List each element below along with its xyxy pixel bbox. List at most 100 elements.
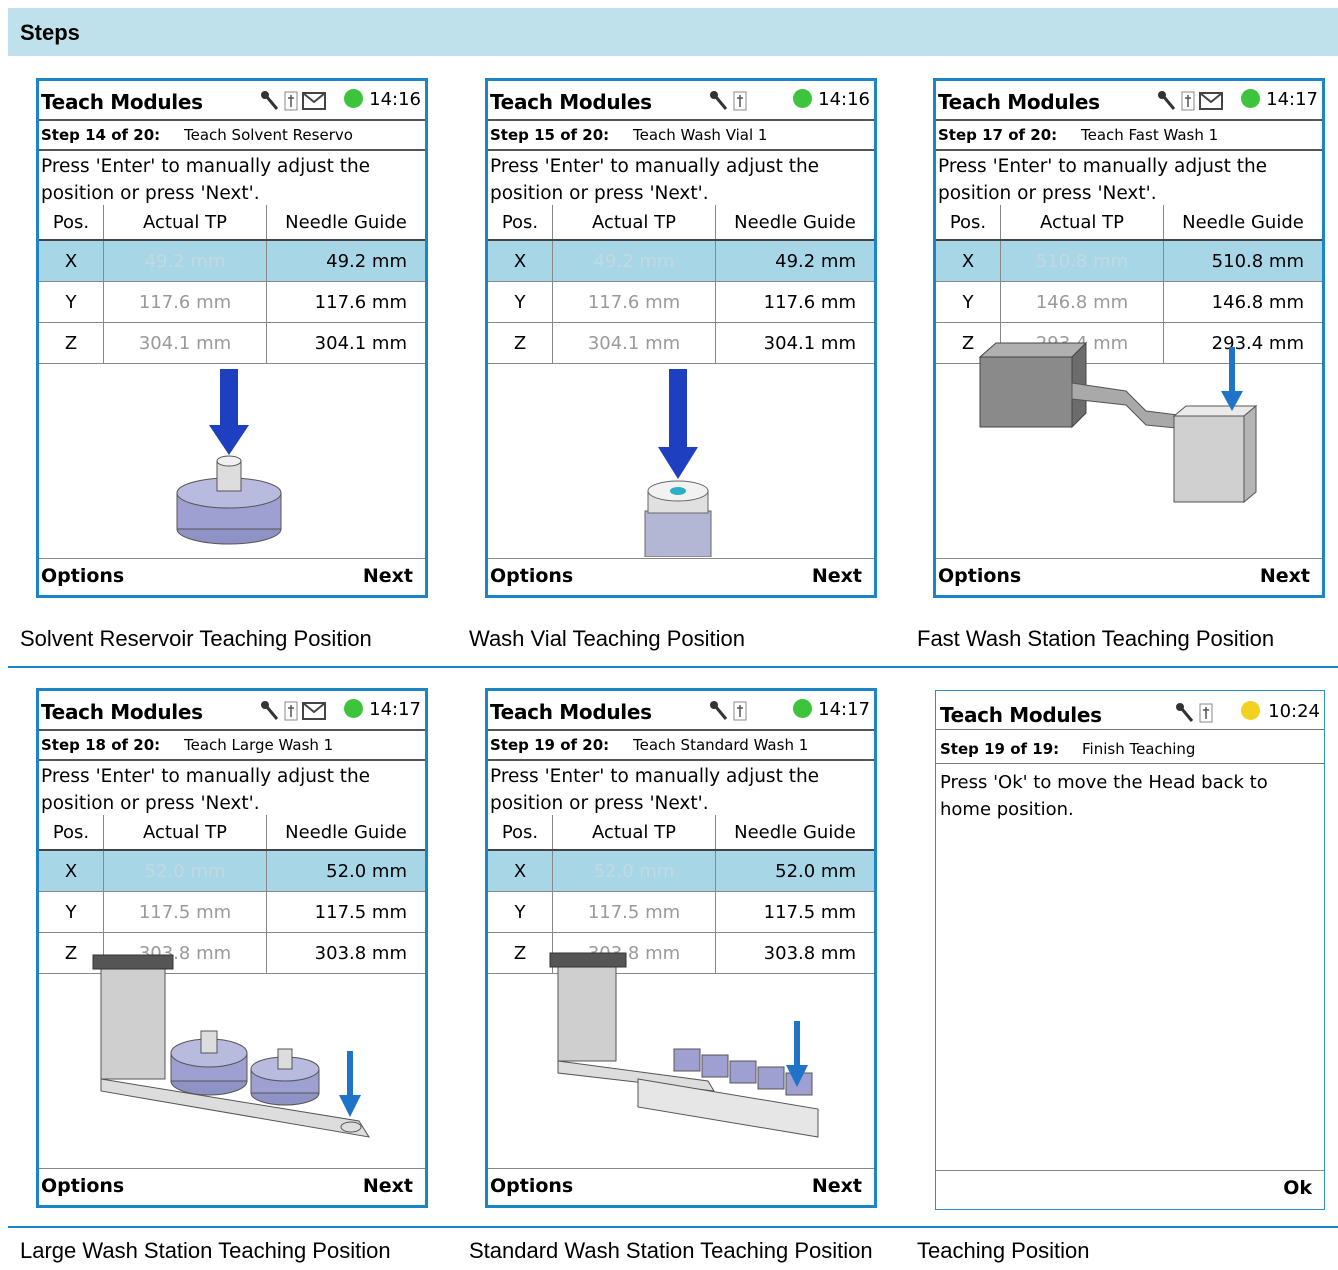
options-button[interactable]: Options (41, 1175, 124, 1197)
cell: 117.5 mm (715, 891, 874, 933)
screen-large-wash: Teach Modules 14:17 Step 18 of 20: Teach… (36, 688, 428, 1208)
step-counter: Step 17 of 20: (938, 126, 1058, 144)
clock: 14:17 (1266, 89, 1318, 110)
options-button[interactable]: Options (938, 565, 1021, 587)
step-name: Teach Wash Vial 1 (633, 126, 768, 144)
screen-fast-wash: Teach Modules 14:17 Step 17 of 20: Teach… (933, 78, 1325, 598)
table-row[interactable]: X 52.0 mm 52.0 mm (488, 850, 874, 892)
table-row[interactable]: X 49.2 mm 49.2 mm (488, 240, 874, 282)
cell: 49.2 mm (552, 240, 716, 282)
table-row[interactable]: Y 117.6 mm 117.6 mm (488, 281, 874, 323)
status-yellow-icon (1241, 701, 1260, 720)
col-actual-tp: Actual TP (1000, 205, 1164, 241)
cell: 52.0 mm (552, 850, 716, 892)
status-icons (1156, 701, 1236, 725)
row-divider (8, 1226, 1338, 1228)
cell: Y (488, 891, 553, 933)
next-button[interactable]: Next (363, 1175, 413, 1197)
cell: 49.2 mm (266, 240, 425, 282)
title-bar: Teach Modules 10:24 (936, 691, 1324, 730)
cell: 117.5 mm (552, 891, 716, 933)
screen-title: Teach Modules (938, 90, 1100, 114)
caption: Teaching Position (917, 1238, 1090, 1263)
cell: Y (936, 281, 1001, 323)
table-row[interactable]: Y 117.5 mm 117.5 mm (39, 891, 425, 933)
options-button[interactable]: Options (490, 1175, 573, 1197)
screen-title: Teach Modules (490, 90, 652, 114)
step-counter: Step 18 of 20: (41, 736, 161, 754)
key-icon (261, 91, 279, 110)
col-needle-guide: Needle Guide (715, 815, 874, 851)
col-needle-guide: Needle Guide (715, 205, 874, 241)
next-button[interactable]: Next (1260, 565, 1310, 587)
step-name: Teach Large Wash 1 (184, 736, 334, 754)
softkey-bar: Options Next (488, 558, 874, 595)
screen-title: Teach Modules (940, 703, 1102, 727)
screen-solvent-reservoir: Teach Modules 14:16 Step 14 of 20: Teach… (36, 78, 428, 598)
table-row[interactable]: Y 146.8 mm 146.8 mm (936, 281, 1322, 323)
cell: 117.5 mm (103, 891, 267, 933)
instruction-text: Press 'Enter' to manually adjust the pos… (41, 766, 371, 814)
cell: 117.6 mm (715, 281, 874, 323)
key-icon (710, 701, 728, 720)
clock: 14:16 (818, 89, 870, 110)
step-line: Step 15 of 20: Teach Wash Vial 1 (488, 121, 874, 151)
fast-wash-illustration (936, 321, 1322, 557)
down-arrow-icon (339, 1051, 361, 1117)
softkey-bar: Ok (936, 1170, 1324, 1209)
step-counter: Step 15 of 20: (490, 126, 610, 144)
next-button[interactable]: Next (363, 565, 413, 587)
wash-vial-illustration (488, 321, 874, 558)
cell: 49.2 mm (103, 240, 267, 282)
clock: 14:17 (369, 699, 421, 720)
usb-icon (733, 91, 747, 111)
table-row[interactable]: Y 117.6 mm 117.6 mm (39, 281, 425, 323)
screen-standard-wash: Teach Modules 14:17 Step 19 of 20: Teach… (485, 688, 877, 1208)
step-counter: Step 14 of 20: (41, 126, 161, 144)
screen-wash-vial: Teach Modules 14:16 Step 15 of 20: Teach… (485, 78, 877, 598)
next-button[interactable]: Next (812, 565, 862, 587)
title-bar: Teach Modules 14:16 (488, 81, 874, 121)
cell: 117.6 mm (552, 281, 716, 323)
mail-icon (302, 92, 326, 110)
instruction-text: Press 'Enter' to manually adjust the pos… (490, 766, 820, 814)
softkey-bar: Options Next (488, 1168, 874, 1205)
step-line: Step 17 of 20: Teach Fast Wash 1 (936, 121, 1322, 151)
ok-button[interactable]: Ok (1283, 1177, 1312, 1199)
usb-icon (1199, 703, 1213, 723)
table-row[interactable]: X 49.2 mm 49.2 mm (39, 240, 425, 282)
col-pos: Pos. (488, 205, 553, 241)
col-pos: Pos. (936, 205, 1001, 241)
table-row[interactable]: X 510.8 mm 510.8 mm (936, 240, 1322, 282)
step-line: Step 14 of 20: Teach Solvent Reservo (39, 121, 425, 151)
cell: X (39, 850, 104, 892)
cell: 510.8 mm (1000, 240, 1164, 282)
cell: X (39, 240, 104, 282)
col-pos: Pos. (39, 815, 104, 851)
step-line: Step 19 of 20: Teach Standard Wash 1 (488, 731, 874, 761)
options-button[interactable]: Options (490, 565, 573, 587)
table-row[interactable]: X 52.0 mm 52.0 mm (39, 850, 425, 892)
title-bar: Teach Modules 14:17 (936, 81, 1322, 121)
cell: 510.8 mm (1163, 240, 1322, 282)
col-actual-tp: Actual TP (103, 815, 267, 851)
status-icons (708, 89, 788, 113)
status-green-icon (793, 699, 812, 718)
status-green-icon (1241, 89, 1260, 108)
next-button[interactable]: Next (812, 1175, 862, 1197)
status-green-icon (344, 89, 363, 108)
status-icons (1156, 89, 1236, 113)
col-actual-tp: Actual TP (552, 815, 716, 851)
down-arrow-icon (1221, 347, 1243, 411)
usb-icon (733, 701, 747, 721)
steps-title: Steps (20, 20, 80, 45)
table-row[interactable]: Y 117.5 mm 117.5 mm (488, 891, 874, 933)
title-bar: Teach Modules 14:17 (488, 691, 874, 731)
options-button[interactable]: Options (41, 565, 124, 587)
cell: 117.6 mm (266, 281, 425, 323)
col-pos: Pos. (39, 205, 104, 241)
step-name: Finish Teaching (1082, 740, 1196, 758)
cell: X (488, 240, 553, 282)
col-needle-guide: Needle Guide (1163, 205, 1322, 241)
caption: Solvent Reservoir Teaching Position (20, 626, 372, 651)
